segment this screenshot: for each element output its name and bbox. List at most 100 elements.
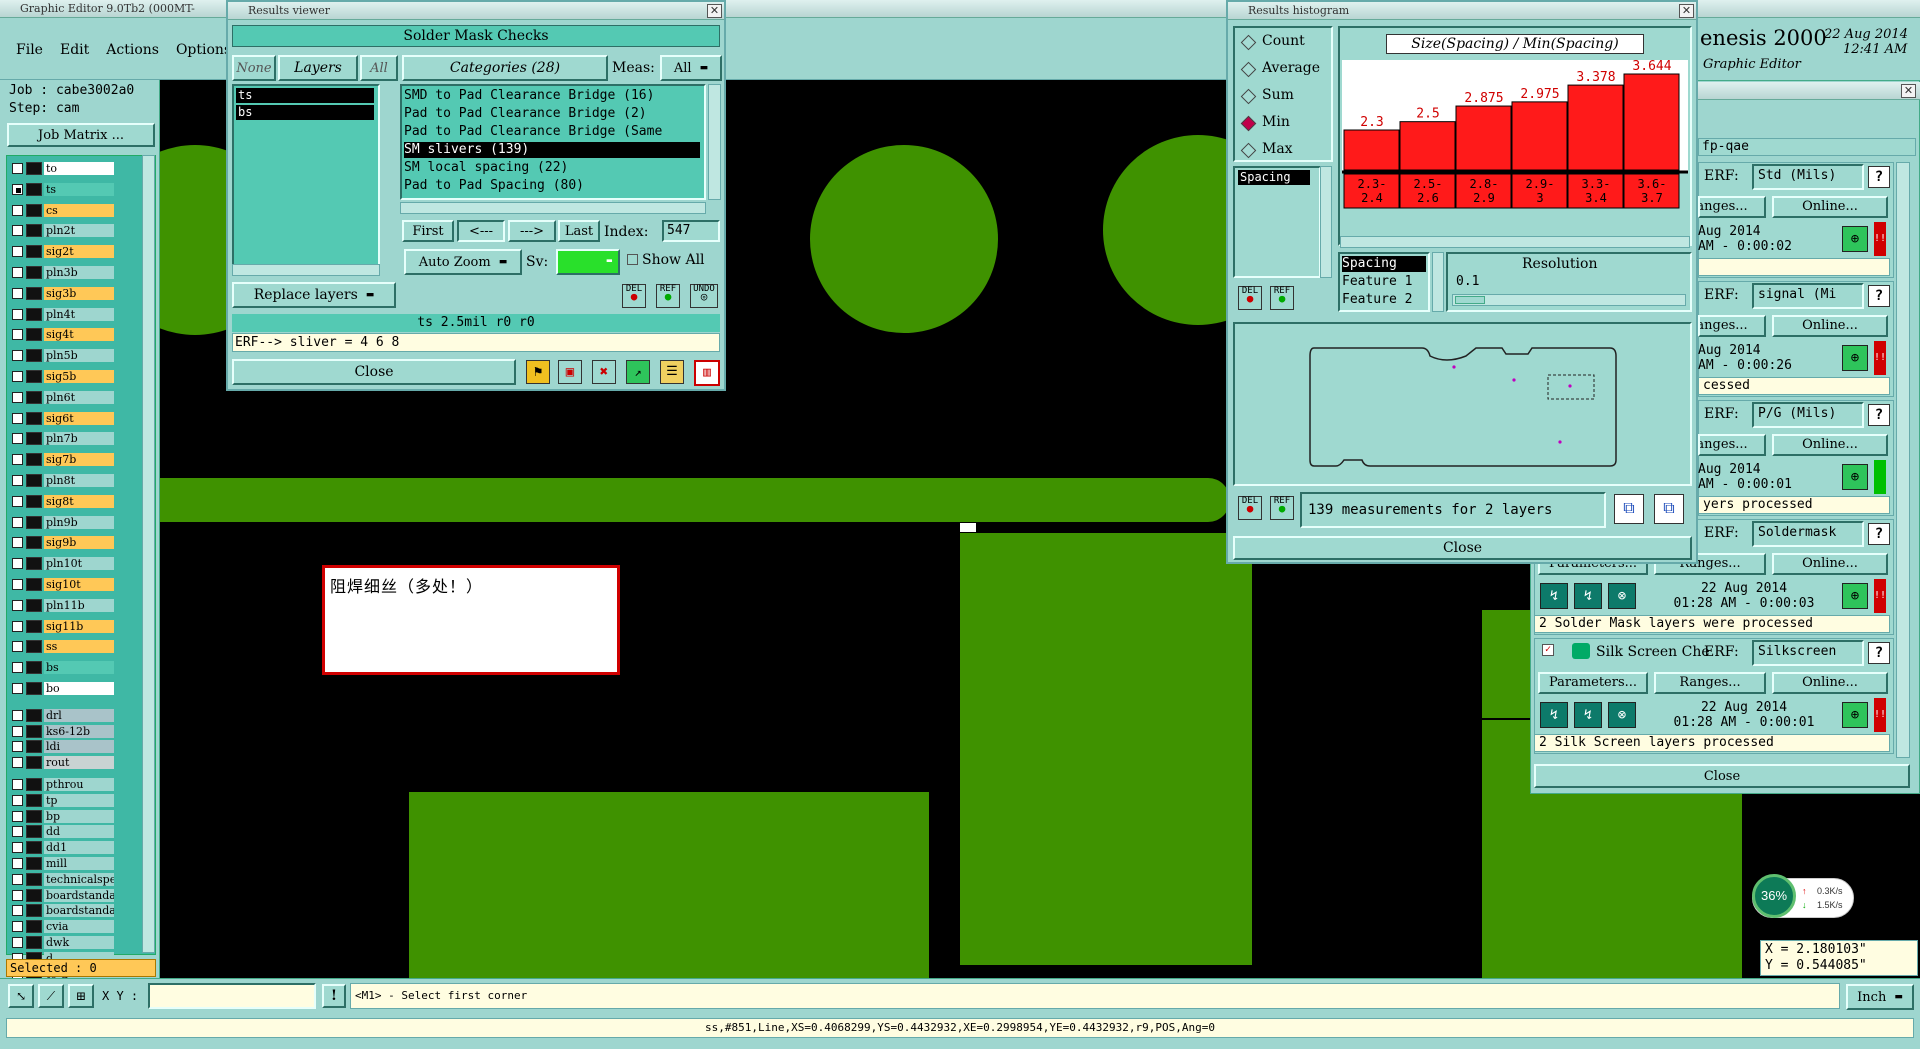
layer-checkbox[interactable]	[12, 329, 23, 341]
layer-checkbox[interactable]	[12, 391, 23, 403]
layer-row[interactable]: tp	[10, 793, 140, 808]
layer-row[interactable]: pln4t	[10, 307, 140, 322]
pad-icon[interactable]: ▣	[558, 360, 582, 384]
categories-hscroll[interactable]	[400, 202, 706, 214]
layer-color-swatch[interactable]	[26, 162, 42, 175]
layer-row[interactable]: pln7b	[10, 432, 140, 446]
alert-icon[interactable]: !	[322, 984, 346, 1008]
zoom-icon[interactable]: ⊕	[1842, 464, 1868, 490]
layer-row[interactable]: to	[10, 162, 140, 176]
layer-checkbox[interactable]	[12, 826, 23, 838]
layer-row[interactable]: sig3b	[10, 286, 140, 301]
layer-name[interactable]: pln3b	[44, 266, 114, 279]
erf-field[interactable]: Silkscreen	[1752, 640, 1864, 666]
zoom-icon[interactable]: ⊕	[1842, 345, 1868, 371]
layer-color-swatch[interactable]	[26, 740, 42, 754]
layer-name[interactable]: sig5b	[44, 370, 114, 383]
layer-color-swatch[interactable]	[26, 708, 42, 722]
layer-checkbox[interactable]	[12, 810, 23, 822]
layer-color-swatch[interactable]	[26, 841, 42, 855]
layer-checkbox[interactable]	[12, 779, 23, 790]
first-button[interactable]: First	[402, 220, 454, 242]
layer-checkbox[interactable]	[12, 641, 23, 653]
layer-checkbox[interactable]	[12, 204, 23, 216]
layer-color-swatch[interactable]	[26, 411, 42, 425]
ranges-button[interactable]: Ranges...	[1698, 315, 1766, 337]
param-item[interactable]: Feature 2	[1342, 292, 1426, 308]
layers-hscroll[interactable]	[232, 264, 380, 276]
ranges-button[interactable]: Ranges...	[1698, 434, 1766, 456]
online-button[interactable]: Online...	[1772, 553, 1888, 575]
layer-row[interactable]: ks6-12b	[10, 724, 140, 739]
report-icon[interactable]: ☰	[660, 360, 684, 384]
layer-row[interactable]: pln2t	[10, 224, 140, 238]
layer-name[interactable]: bs	[44, 661, 114, 675]
layer-row[interactable]: dwk	[10, 936, 140, 950]
layer-name[interactable]: sig4t	[44, 328, 114, 342]
layer-name[interactable]: dwk	[44, 936, 114, 949]
layer-name[interactable]: pln8t	[44, 474, 114, 487]
zoom-icon[interactable]: ⊕	[1842, 583, 1868, 609]
histogram-bar[interactable]	[1455, 105, 1512, 171]
run-all-icon[interactable]: ↯	[1574, 583, 1602, 609]
layer-checkbox[interactable]	[12, 433, 23, 445]
all-button[interactable]: All	[360, 55, 398, 81]
layer-row[interactable]: sig6t	[10, 411, 140, 426]
layer-color-swatch[interactable]	[26, 307, 42, 321]
layer-name[interactable]: technicalspe	[44, 872, 114, 886]
index-input[interactable]: 547	[662, 220, 720, 242]
layer-row[interactable]: pln11b	[10, 598, 140, 613]
layer-color-swatch[interactable]	[26, 872, 42, 886]
resolution-slider[interactable]	[1452, 294, 1686, 306]
layer-checkbox[interactable]	[12, 558, 23, 570]
layer-name[interactable]: dd	[44, 825, 114, 839]
layer-color-swatch[interactable]	[26, 557, 42, 571]
close-icon[interactable]: ✕	[707, 4, 722, 18]
layer-color-swatch[interactable]	[26, 390, 42, 404]
stop-icon[interactable]: ⊗	[1608, 583, 1636, 609]
layer-row[interactable]: sig9b	[10, 536, 140, 550]
histogram-bar[interactable]	[1511, 101, 1568, 171]
checklist-scrollbar[interactable]	[1896, 162, 1910, 758]
layer-row[interactable]: dd	[10, 825, 140, 839]
layer-color-swatch[interactable]	[26, 809, 42, 823]
layer-row[interactable]: bp	[10, 809, 140, 824]
layer-row[interactable]: mill	[10, 857, 140, 871]
online-button[interactable]: Online...	[1772, 315, 1888, 337]
section-checkbox[interactable]: ✓	[1542, 644, 1554, 656]
layers-tab[interactable]: Layers	[278, 55, 358, 81]
layer-checkbox[interactable]	[12, 537, 23, 549]
histogram-bar[interactable]	[1623, 73, 1680, 171]
close-icon[interactable]: ✕	[1901, 84, 1916, 98]
layer-checkbox[interactable]	[12, 475, 23, 486]
layer-row[interactable]: sig8t	[10, 494, 140, 509]
run-icon[interactable]: ↯	[1540, 702, 1568, 728]
zoom-fit-icon[interactable]: ⧉	[1614, 494, 1644, 524]
layer-name[interactable]: sig11b	[44, 619, 114, 633]
layer-name[interactable]: rout	[44, 756, 114, 770]
layer-name[interactable]: ts	[44, 182, 114, 196]
layer-color-swatch[interactable]	[26, 515, 42, 529]
layer-name[interactable]: ks6-12b	[44, 724, 114, 738]
menu-actions[interactable]: Actions	[106, 42, 159, 58]
ref-icon[interactable]: REF ●	[656, 284, 680, 308]
category-item[interactable]: SM local spacing (22)	[404, 160, 700, 176]
ref-icon[interactable]: REF ●	[1270, 496, 1294, 520]
layer-list-item[interactable]: ts	[236, 88, 374, 103]
replace-layers-select[interactable]: Replace layers ▬	[232, 282, 396, 308]
erf-field[interactable]: signal (Mi	[1752, 283, 1864, 309]
layer-row[interactable]: ldi	[10, 740, 140, 754]
none-button[interactable]: None	[232, 55, 276, 81]
layer-name[interactable]: cs	[44, 203, 114, 217]
histogram-bar[interactable]	[1567, 84, 1624, 171]
units-select[interactable]: Inch ▬	[1846, 984, 1914, 1010]
layer-name[interactable]: drl	[44, 708, 114, 722]
layer-row[interactable]: pln8t	[10, 474, 140, 488]
ranges-button[interactable]: Ranges...	[1654, 672, 1766, 694]
xy-input[interactable]	[148, 983, 316, 1009]
layer-name[interactable]: sig3b	[44, 286, 114, 300]
layer-name[interactable]: pln5b	[44, 349, 114, 363]
layer-row[interactable]: technicalspe	[10, 872, 140, 887]
layer-color-swatch[interactable]	[26, 578, 42, 591]
layer-row[interactable]: cs	[10, 203, 140, 218]
